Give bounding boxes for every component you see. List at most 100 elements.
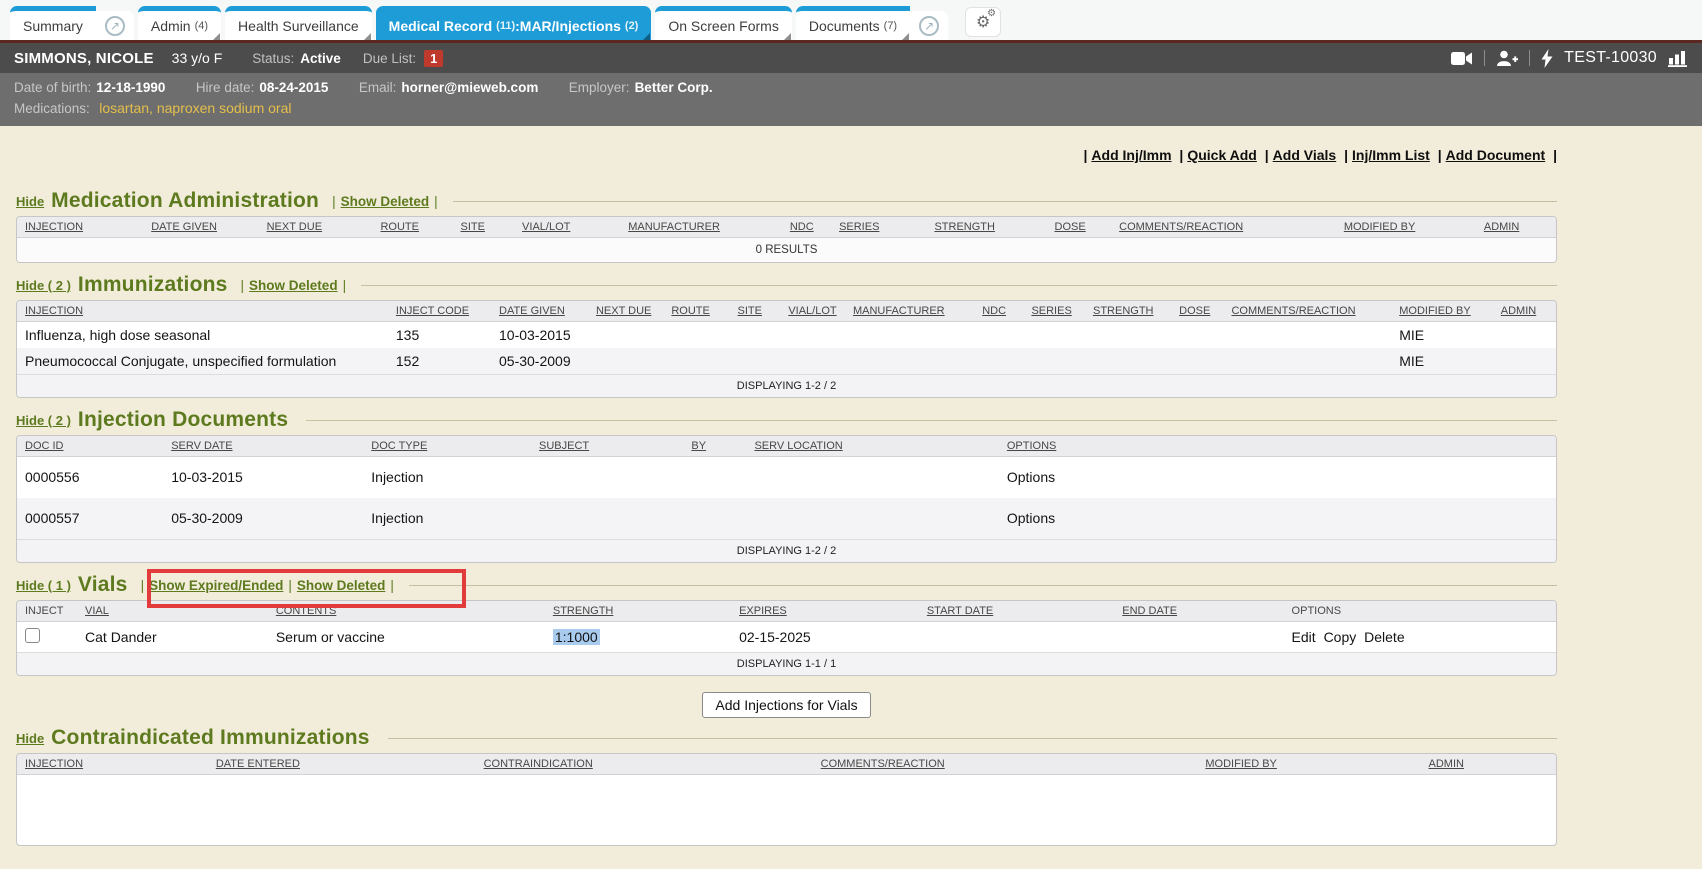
col-by[interactable]: BY bbox=[683, 436, 746, 457]
col-comments-reaction[interactable]: COMMENTS/REACTION bbox=[1111, 217, 1336, 238]
col-manufacturer[interactable]: MANUFACTURER bbox=[620, 217, 782, 238]
col-vial-lot[interactable]: VIAL/LOT bbox=[780, 301, 845, 322]
injection-name: Influenza, high dose seasonal bbox=[17, 322, 388, 349]
col-manufacturer[interactable]: MANUFACTURER bbox=[845, 301, 974, 322]
tab-documents[interactable]: Documents (7) bbox=[796, 6, 910, 40]
col-comments-reaction[interactable]: COMMENTS/REACTION bbox=[813, 754, 1198, 775]
col-comments-reaction[interactable]: COMMENTS/REACTION bbox=[1223, 301, 1391, 322]
col-date-given[interactable]: DATE GIVEN bbox=[491, 301, 588, 322]
col-options: OPTIONS bbox=[1284, 601, 1556, 622]
col-injection[interactable]: INJECTION bbox=[17, 301, 388, 322]
tab-on-screen-forms[interactable]: On Screen Forms bbox=[655, 6, 791, 40]
col-modified-by[interactable]: MODIFIED BY bbox=[1391, 301, 1493, 322]
tab-admin[interactable]: Admin (4) bbox=[138, 6, 221, 40]
vial-delete-link[interactable]: Delete bbox=[1364, 629, 1404, 645]
employer-value: Better Corp. bbox=[635, 80, 713, 95]
contraindicated-title: Contraindicated Immunizations bbox=[51, 726, 370, 750]
med-admin-title: Medication Administration bbox=[51, 189, 319, 213]
add-inj-imm-link[interactable]: Add Inj/Imm bbox=[1091, 147, 1171, 163]
col-serv-date[interactable]: SERV DATE bbox=[163, 436, 363, 457]
vial-checkbox[interactable] bbox=[25, 628, 40, 643]
lightning-bolt-icon[interactable] bbox=[1541, 49, 1553, 68]
col-vial-lot[interactable]: VIAL/LOT bbox=[514, 217, 620, 238]
tab-settings-button[interactable]: ⚙ ⚙ bbox=[965, 7, 1001, 37]
col-injection[interactable]: INJECTION bbox=[17, 754, 208, 775]
col-strength[interactable]: STRENGTH bbox=[1085, 301, 1171, 322]
col-site[interactable]: SITE bbox=[453, 217, 515, 238]
medications-links[interactable]: losartan, naproxen sodium oral bbox=[99, 100, 291, 116]
col-ndc[interactable]: NDC bbox=[782, 217, 831, 238]
tab-dropdown-fold-icon bbox=[213, 33, 220, 40]
tab-summary-popout-button[interactable]: ↗ bbox=[96, 11, 134, 40]
immunizations-header-row: INJECTION INJECT CODE DATE GIVEN NEXT DU… bbox=[17, 301, 1556, 322]
document-options-link[interactable]: Options bbox=[1007, 469, 1055, 485]
col-admin[interactable]: ADMIN bbox=[1493, 301, 1556, 322]
col-next-due[interactable]: NEXT DUE bbox=[588, 301, 663, 322]
col-dose[interactable]: DOSE bbox=[1171, 301, 1223, 322]
col-contraindication[interactable]: CONTRAINDICATION bbox=[476, 754, 813, 775]
col-strength[interactable]: STRENGTH bbox=[545, 601, 731, 622]
tab-documents-popout-button[interactable]: ↗ bbox=[910, 11, 948, 40]
tab-summary[interactable]: Summary bbox=[10, 6, 96, 40]
vials-hide-link[interactable]: Hide ( 1 ) bbox=[16, 578, 71, 593]
col-vial[interactable]: VIAL bbox=[77, 601, 268, 622]
tab-health-surveillance[interactable]: Health Surveillance bbox=[225, 6, 372, 40]
inj-imm-list-link[interactable]: Inj/Imm List bbox=[1352, 147, 1430, 163]
vial-edit-link[interactable]: Edit bbox=[1292, 629, 1316, 645]
col-dose[interactable]: DOSE bbox=[1047, 217, 1112, 238]
col-series[interactable]: SERIES bbox=[831, 217, 926, 238]
col-strength[interactable]: STRENGTH bbox=[926, 217, 1046, 238]
employer-label: Employer: bbox=[569, 80, 630, 95]
col-site[interactable]: SITE bbox=[730, 301, 781, 322]
col-inject-code[interactable]: INJECT CODE bbox=[388, 301, 491, 322]
col-modified-by[interactable]: MODIFIED BY bbox=[1336, 217, 1476, 238]
col-doc-id[interactable]: DOC ID bbox=[17, 436, 163, 457]
col-ndc[interactable]: NDC bbox=[974, 301, 1023, 322]
immunization-row: Pneumococcal Conjugate, unspecified form… bbox=[17, 348, 1556, 375]
vials-show-deleted-link[interactable]: Show Deleted bbox=[297, 578, 386, 593]
medications-line: Medications: losartan, naproxen sodium o… bbox=[14, 98, 1688, 119]
immunizations-hide-link[interactable]: Hide ( 2 ) bbox=[16, 278, 71, 293]
document-options-link[interactable]: Options bbox=[1007, 510, 1055, 526]
bar-chart-icon[interactable] bbox=[1668, 50, 1688, 67]
toolbar-divider bbox=[1529, 50, 1530, 66]
col-series[interactable]: SERIES bbox=[1023, 301, 1085, 322]
vials-header-row: INJECT VIAL CONTENTS STRENGTH EXPIRES ST… bbox=[17, 601, 1556, 622]
vial-copy-link[interactable]: Copy bbox=[1324, 629, 1357, 645]
tab-admin-count: (4) bbox=[195, 20, 208, 32]
immunizations-show-deleted-link[interactable]: Show Deleted bbox=[249, 278, 338, 293]
col-injection[interactable]: INJECTION bbox=[17, 217, 143, 238]
tab-medical-record[interactable]: Medical Record (11) :MAR/Injections (2) bbox=[376, 6, 652, 40]
med-admin-show-deleted-link[interactable]: Show Deleted bbox=[341, 194, 430, 209]
add-vials-link[interactable]: Add Vials bbox=[1273, 147, 1337, 163]
col-serv-location[interactable]: SERV LOCATION bbox=[746, 436, 998, 457]
med-admin-hide-link[interactable]: Hide bbox=[16, 194, 44, 209]
contraindicated-hide-link[interactable]: Hide bbox=[16, 731, 44, 746]
col-date-given[interactable]: DATE GIVEN bbox=[143, 217, 258, 238]
col-contents[interactable]: CONTENTS bbox=[268, 601, 545, 622]
col-admin[interactable]: ADMIN bbox=[1476, 217, 1556, 238]
doc-id: 0000557 bbox=[17, 498, 163, 540]
due-list-label: Due List: bbox=[363, 51, 416, 66]
col-date-entered[interactable]: DATE ENTERED bbox=[208, 754, 476, 775]
col-start-date[interactable]: START DATE bbox=[919, 601, 1114, 622]
med-admin-empty-row: 0 RESULTS bbox=[17, 238, 1556, 263]
vials-show-expired-link[interactable]: Show Expired/Ended bbox=[149, 578, 283, 593]
col-options[interactable]: OPTIONS bbox=[999, 436, 1556, 457]
col-doc-type[interactable]: DOC TYPE bbox=[363, 436, 531, 457]
col-route[interactable]: ROUTE bbox=[372, 217, 452, 238]
due-list-badge[interactable]: 1 bbox=[424, 50, 443, 67]
col-route[interactable]: ROUTE bbox=[663, 301, 729, 322]
col-subject[interactable]: SUBJECT bbox=[531, 436, 683, 457]
injection-documents-hide-link[interactable]: Hide ( 2 ) bbox=[16, 413, 71, 428]
add-injections-for-vials-button[interactable]: Add Injections for Vials bbox=[702, 692, 870, 718]
col-next-due[interactable]: NEXT DUE bbox=[259, 217, 373, 238]
col-admin[interactable]: ADMIN bbox=[1421, 754, 1556, 775]
col-expires[interactable]: EXPIRES bbox=[731, 601, 919, 622]
add-document-link[interactable]: Add Document bbox=[1446, 147, 1546, 163]
quick-add-link[interactable]: Quick Add bbox=[1187, 147, 1257, 163]
add-person-icon[interactable] bbox=[1496, 50, 1518, 66]
col-modified-by[interactable]: MODIFIED BY bbox=[1197, 754, 1420, 775]
video-camera-icon[interactable] bbox=[1451, 51, 1473, 66]
col-end-date[interactable]: END DATE bbox=[1114, 601, 1283, 622]
